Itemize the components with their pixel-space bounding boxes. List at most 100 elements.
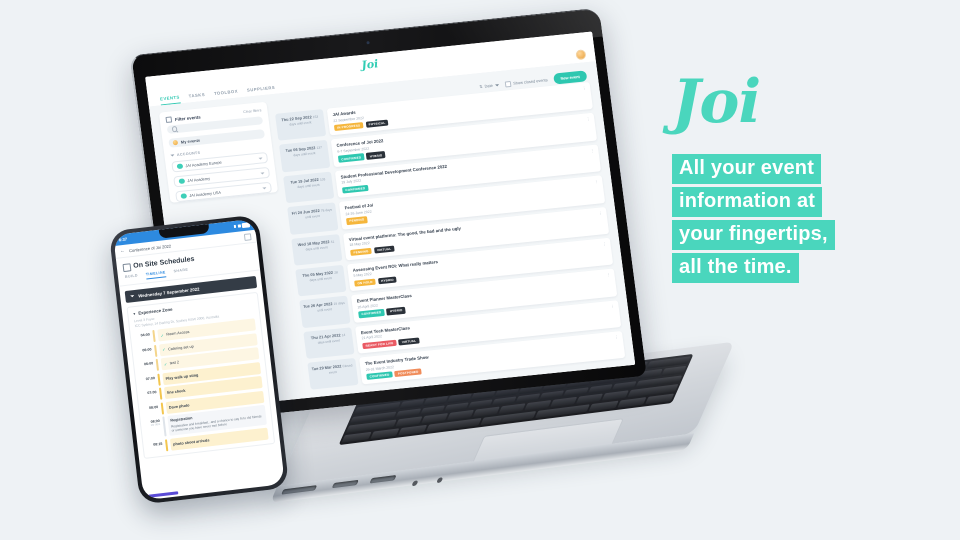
schedule-time: 07:00 — [145, 375, 156, 381]
accounts-label: ACCOUNTS — [176, 150, 201, 158]
schedule-time: 08:00 — [148, 404, 159, 410]
brand-logo: Joi — [672, 67, 761, 137]
chevron-down-icon — [170, 154, 175, 157]
schedule-time: 04:00 — [140, 332, 151, 338]
event-date-block: Fri 24 Jun 2022 78 days until event — [287, 202, 339, 235]
tab-share[interactable]: SHARE — [173, 267, 188, 276]
schedule-label: Dave photo — [168, 402, 190, 410]
schedule-label: photo shoot arrivals — [172, 438, 210, 447]
checkbox-icon — [504, 80, 512, 88]
signal-icon — [233, 225, 237, 228]
status-badge: CONFIRMED — [358, 309, 385, 319]
account-name: JAI Academy — [187, 175, 211, 184]
promo-line: your fingertips, — [672, 220, 835, 250]
schedule-label: Room Access — [166, 329, 190, 337]
chevron-down-icon[interactable] — [260, 171, 265, 175]
sort-label: Date — [484, 82, 494, 89]
phone-device: 8:37 ← Conference of Joi 2022 On Site Sc… — [108, 214, 290, 505]
event-menu-icon[interactable]: ⋮ — [614, 334, 619, 339]
scroll-indicator — [148, 491, 179, 498]
filter-title: Filter events — [174, 114, 201, 122]
scene: Joi EVENTS TASKS TOOLBOX SUPPLIERS View — [0, 0, 960, 540]
event-menu-icon[interactable]: ⋮ — [598, 210, 603, 215]
status-badge: PENDING — [350, 247, 372, 256]
account-name: JAI Academy USA — [188, 189, 222, 198]
my-events-label: My events — [180, 137, 201, 145]
schedule-color-bar — [153, 344, 157, 357]
event-date-block: Thu 05 May 2022 28 days until event — [295, 264, 347, 297]
event-date-block: Thu 22 Sep 2022 153 days until event — [274, 109, 327, 142]
account-avatar-icon — [180, 193, 187, 200]
event-menu-icon[interactable]: ⋮ — [606, 272, 611, 277]
schedule-color-bar — [158, 387, 162, 400]
battery-icon — [241, 222, 251, 229]
status-badge: PENDING — [346, 216, 368, 225]
status-badge: READY FOR LIVE — [362, 339, 397, 350]
event-menu-icon[interactable]: ⋮ — [602, 241, 607, 246]
format-badge: VIRTUAL — [373, 245, 395, 254]
clear-filters-link[interactable]: Clear filters — [243, 108, 262, 114]
event-date-block: Tue 29 Mar 2022 Closed event — [307, 358, 359, 391]
events-main: ⇅ Date Show closed events New event Thu … — [273, 69, 626, 391]
chevron-down-icon — [494, 83, 499, 87]
webcam-icon — [366, 41, 370, 45]
event-menu-icon[interactable]: ⋮ — [610, 303, 615, 308]
schedule-label: Catering set up — [167, 344, 194, 351]
tab-build[interactable]: BUILD — [125, 273, 139, 282]
phone-screen: 8:37 ← Conference of Joi 2022 On Site Sc… — [113, 218, 285, 501]
schedule-time-block: 06:00 — [139, 359, 154, 373]
schedule-time-block: 08:00 — [144, 403, 159, 417]
back-arrow-icon[interactable]: ← — [120, 247, 126, 254]
check-icon: ✓ — [160, 332, 165, 338]
event-menu-icon[interactable]: ⋮ — [582, 85, 587, 90]
events-list: Thu 22 Sep 2022 153 days until event ⋮ J… — [274, 81, 626, 391]
schedule-color-bar — [157, 373, 161, 386]
promo-line: All your event — [672, 154, 822, 184]
chevron-down-icon[interactable] — [262, 186, 267, 190]
schedule-duration: 1hr 00m — [150, 422, 161, 427]
chevron-down-icon — [133, 312, 136, 315]
filter-panel: Filter events Clear filters My events AC… — [158, 101, 279, 203]
event-menu-icon[interactable]: ⋮ — [590, 148, 595, 153]
format-badge: HYBRID — [366, 151, 386, 160]
menu-icon[interactable] — [243, 232, 252, 241]
event-menu-icon[interactable]: ⋮ — [594, 179, 599, 184]
status-time: 8:37 — [118, 236, 128, 243]
sort-arrow-icon: ⇅ — [479, 83, 483, 90]
event-date: Tue 29 Mar 2022 — [311, 363, 342, 372]
schedule-time-block: 08:15 — [148, 440, 163, 454]
event-date-block: Tue 06 Sep 2022 137 days until event — [279, 140, 331, 173]
phone-body: 8:37 ← Conference of Joi 2022 On Site Sc… — [108, 214, 290, 505]
account-avatar-icon — [178, 178, 185, 185]
schedule-time: 07:00 — [147, 390, 157, 396]
schedule-time-block: 06:00 — [137, 345, 152, 359]
app-logo[interactable]: Joi — [361, 57, 379, 72]
schedule-color-bar — [155, 358, 159, 371]
event-menu-icon[interactable]: ⋮ — [586, 116, 591, 121]
status-badge: CONFIRMED — [341, 184, 369, 194]
schedule-color-bar — [160, 402, 164, 415]
show-closed-checkbox[interactable]: Show closed events — [504, 77, 548, 88]
schedule-color-bar — [152, 329, 156, 343]
tab-timeline[interactable]: TIMELINE — [145, 269, 167, 280]
status-badge: ON HOLD — [354, 278, 377, 287]
format-badge: HYBRID — [386, 306, 406, 316]
schedule-color-bar — [162, 416, 167, 437]
chevron-down-icon[interactable] — [258, 156, 263, 160]
promo-line: information at — [672, 187, 823, 217]
schedule-time: 06:00 — [142, 346, 152, 352]
search-icon — [171, 126, 178, 132]
event-date-block: Wed 18 May 2022 41 days until event — [291, 233, 343, 266]
filter-title-group: Filter events — [165, 114, 201, 123]
status-badge: CONFIRMED — [337, 153, 365, 163]
format-badge: HYBRID — [377, 276, 398, 285]
schedule-time-block: 04:00 — [135, 331, 150, 345]
user-avatar[interactable] — [575, 49, 587, 61]
chevron-down-icon — [130, 295, 135, 298]
schedule-time: 06:00 — [143, 361, 154, 367]
sort-dropdown[interactable]: ⇅ Date — [479, 82, 499, 89]
format-badge: VIRTUAL — [398, 337, 420, 346]
promo-panel: Joi All your event information at your f… — [672, 72, 952, 286]
schedule-time-block: 07:00 — [140, 374, 155, 388]
schedule-time-block: 08:00 1hr 00m — [145, 417, 161, 439]
